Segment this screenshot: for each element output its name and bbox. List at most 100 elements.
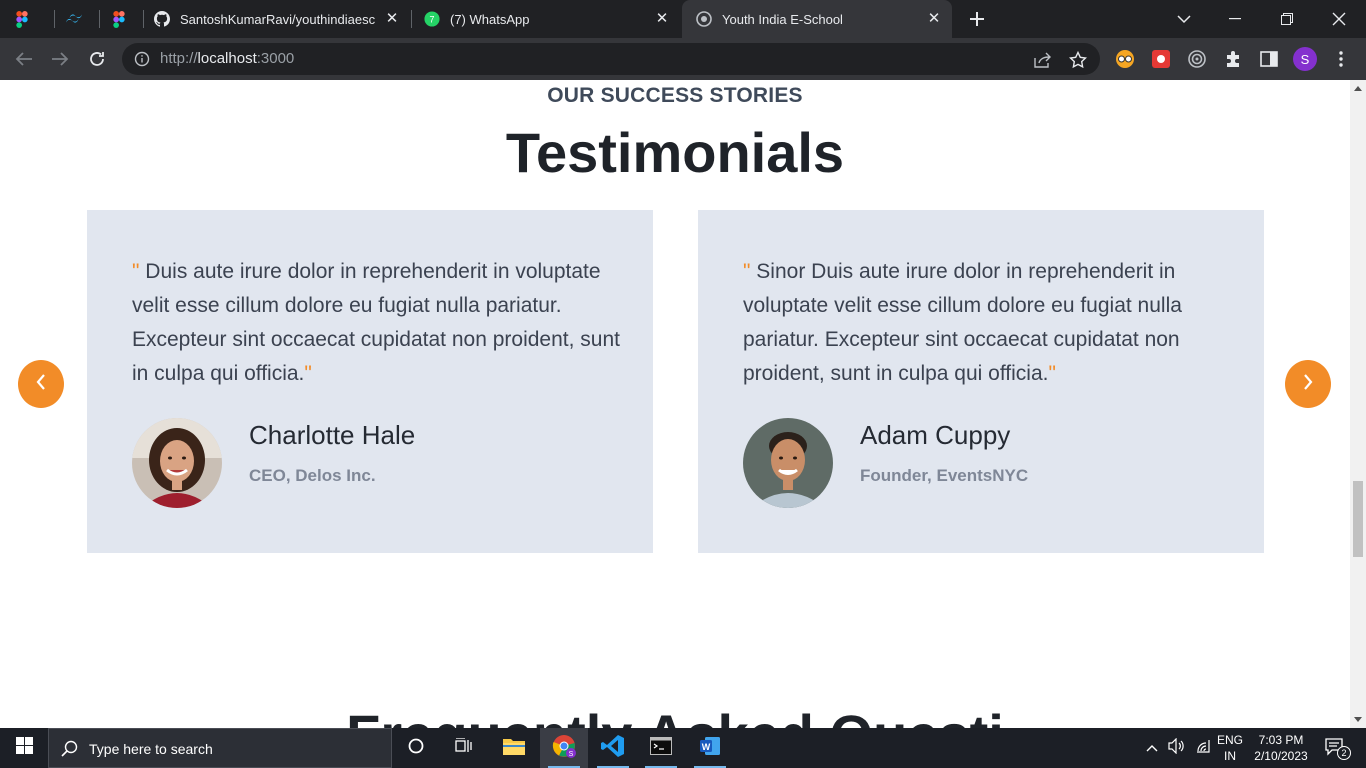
terminal-icon bbox=[650, 736, 672, 760]
close-tab-icon[interactable]: ✕ bbox=[654, 11, 670, 27]
notification-icon: 2 bbox=[1325, 738, 1351, 760]
close-tab-icon[interactable]: ✕ bbox=[926, 11, 942, 27]
network-button[interactable] bbox=[1192, 728, 1212, 768]
tab-title: SantoshKumarRavi/youthindiaesc bbox=[180, 11, 376, 27]
wifi-icon bbox=[1194, 739, 1210, 758]
address-bar[interactable]: http://localhost:3000 bbox=[122, 43, 1100, 75]
figma-icon bbox=[111, 10, 127, 28]
language-top: ENG bbox=[1216, 733, 1243, 747]
faq-heading: Frequently Asked Questi bbox=[0, 702, 1350, 728]
terminal-taskbar-button[interactable] bbox=[637, 728, 685, 768]
back-button[interactable] bbox=[12, 47, 36, 71]
carousel-next-button[interactable] bbox=[1285, 360, 1331, 408]
scrollbar-thumb[interactable] bbox=[1353, 481, 1363, 557]
site-icon bbox=[696, 11, 712, 27]
scroll-up-arrow-icon[interactable] bbox=[1354, 86, 1362, 91]
section-heading: Testimonials bbox=[505, 121, 845, 184]
cortana-button[interactable] bbox=[392, 728, 440, 768]
vscode-taskbar-button[interactable] bbox=[589, 728, 637, 768]
extension-target-icon[interactable] bbox=[1186, 48, 1208, 70]
side-panel-icon[interactable] bbox=[1258, 48, 1280, 70]
folder-icon bbox=[502, 736, 526, 761]
tab-youth-india[interactable]: Youth India E-School ✕ bbox=[682, 0, 952, 38]
clock-button[interactable]: 7:03 PM 2/10/2023 bbox=[1250, 728, 1312, 768]
svg-text:7: 7 bbox=[430, 15, 435, 25]
show-hidden-icons-button[interactable] bbox=[1142, 728, 1162, 768]
close-quote-mark: " bbox=[304, 362, 312, 385]
search-icon bbox=[61, 740, 78, 762]
share-icon[interactable] bbox=[1034, 51, 1052, 69]
svg-text:W: W bbox=[702, 742, 711, 752]
windows-taskbar: Type here to search S W ENG IN 7:03 PM 2… bbox=[0, 728, 1366, 768]
word-taskbar-button[interactable]: W bbox=[686, 728, 734, 768]
volume-button[interactable] bbox=[1166, 728, 1188, 768]
browser-tab-strip: SantoshKumarRavi/youthindiaesc ✕ 7 (7) W… bbox=[0, 0, 1366, 38]
tab-title: Youth India E-School bbox=[722, 11, 843, 27]
browser-toolbar: http://localhost:3000 S bbox=[0, 38, 1366, 80]
file-explorer-button[interactable] bbox=[490, 728, 538, 768]
new-tab-button[interactable] bbox=[954, 0, 1000, 38]
extensions-puzzle-icon[interactable] bbox=[1222, 48, 1244, 70]
person-name: Charlotte Hale bbox=[249, 420, 416, 450]
task-view-button[interactable] bbox=[440, 728, 488, 768]
tab-github[interactable]: SantoshKumarRavi/youthindiaesc ✕ bbox=[152, 0, 410, 38]
clock-time: 7:03 PM bbox=[1258, 733, 1304, 747]
chevron-left-icon bbox=[35, 373, 47, 396]
whatsapp-icon: 7 bbox=[424, 11, 440, 27]
page-viewport: OUR SUCCESS STORIES Testimonials " Duis … bbox=[0, 80, 1350, 728]
carousel-prev-button[interactable] bbox=[18, 360, 64, 408]
tab-tailwind[interactable] bbox=[66, 0, 102, 38]
extension-glasses-icon[interactable] bbox=[1114, 48, 1136, 70]
bookmark-star-icon[interactable] bbox=[1069, 51, 1087, 69]
vscode-icon bbox=[601, 734, 625, 763]
restore-icon[interactable] bbox=[1264, 0, 1310, 38]
person-role: CEO, Delos Inc. bbox=[249, 466, 376, 485]
reload-button[interactable] bbox=[85, 47, 109, 71]
tab-figma-2[interactable] bbox=[111, 0, 147, 38]
minimize-icon[interactable] bbox=[1212, 0, 1258, 38]
cortana-circle-icon bbox=[408, 738, 424, 759]
person-name: Adam Cuppy bbox=[860, 420, 1011, 450]
word-icon: W bbox=[699, 735, 721, 762]
testimonial-quote: " Duis aute irure dolor in reprehenderit… bbox=[132, 260, 620, 385]
tab-title: (7) WhatsApp bbox=[450, 11, 530, 27]
github-icon bbox=[154, 11, 170, 27]
url-text: http://localhost:3000 bbox=[160, 50, 295, 67]
extension-red-icon[interactable] bbox=[1150, 48, 1172, 70]
chrome-taskbar-button[interactable]: S bbox=[540, 728, 588, 768]
avatar bbox=[132, 418, 222, 508]
tab-search-icon[interactable] bbox=[1161, 0, 1207, 38]
testimonial-quote: " Sinor Duis aute irure dolor in reprehe… bbox=[743, 260, 1182, 385]
chevron-right-icon bbox=[1302, 373, 1314, 396]
scroll-down-arrow-icon[interactable] bbox=[1354, 717, 1362, 722]
section-eyebrow: OUR SUCCESS STORIES bbox=[547, 84, 803, 107]
chevron-up-icon bbox=[1146, 739, 1158, 757]
tab-figma-1[interactable] bbox=[14, 0, 50, 38]
avatar bbox=[743, 418, 833, 508]
forward-button[interactable] bbox=[48, 47, 72, 71]
close-window-icon[interactable] bbox=[1316, 0, 1362, 38]
menu-kebab-icon[interactable] bbox=[1330, 48, 1352, 70]
clock-date: 2/10/2023 bbox=[1254, 749, 1308, 763]
windows-logo-icon bbox=[15, 737, 33, 759]
chrome-icon: S bbox=[552, 734, 576, 763]
figma-icon bbox=[14, 10, 30, 28]
start-button[interactable] bbox=[0, 728, 48, 768]
notifications-button[interactable]: 2 bbox=[1318, 728, 1354, 768]
profile-avatar[interactable]: S bbox=[1293, 47, 1317, 71]
input-language-button[interactable]: ENG IN bbox=[1214, 728, 1246, 768]
testimonial-card: " Sinor Duis aute irure dolor in reprehe… bbox=[698, 210, 1264, 553]
notification-count-badge: 2 bbox=[1337, 746, 1351, 760]
site-info-icon[interactable] bbox=[134, 51, 150, 72]
language-bottom: IN bbox=[1224, 749, 1236, 763]
tab-whatsapp[interactable]: 7 (7) WhatsApp ✕ bbox=[422, 0, 680, 38]
tailwind-icon bbox=[66, 11, 82, 27]
taskbar-search-input[interactable]: Type here to search bbox=[48, 728, 392, 768]
page-scrollbar[interactable] bbox=[1350, 80, 1366, 728]
close-quote-mark: " bbox=[1048, 362, 1056, 385]
testimonial-card: " Duis aute irure dolor in reprehenderit… bbox=[87, 210, 653, 553]
task-view-icon bbox=[455, 736, 473, 759]
person-role: Founder, EventsNYC bbox=[860, 466, 1029, 485]
svg-text:S: S bbox=[569, 751, 574, 758]
close-tab-icon[interactable]: ✕ bbox=[384, 11, 400, 27]
